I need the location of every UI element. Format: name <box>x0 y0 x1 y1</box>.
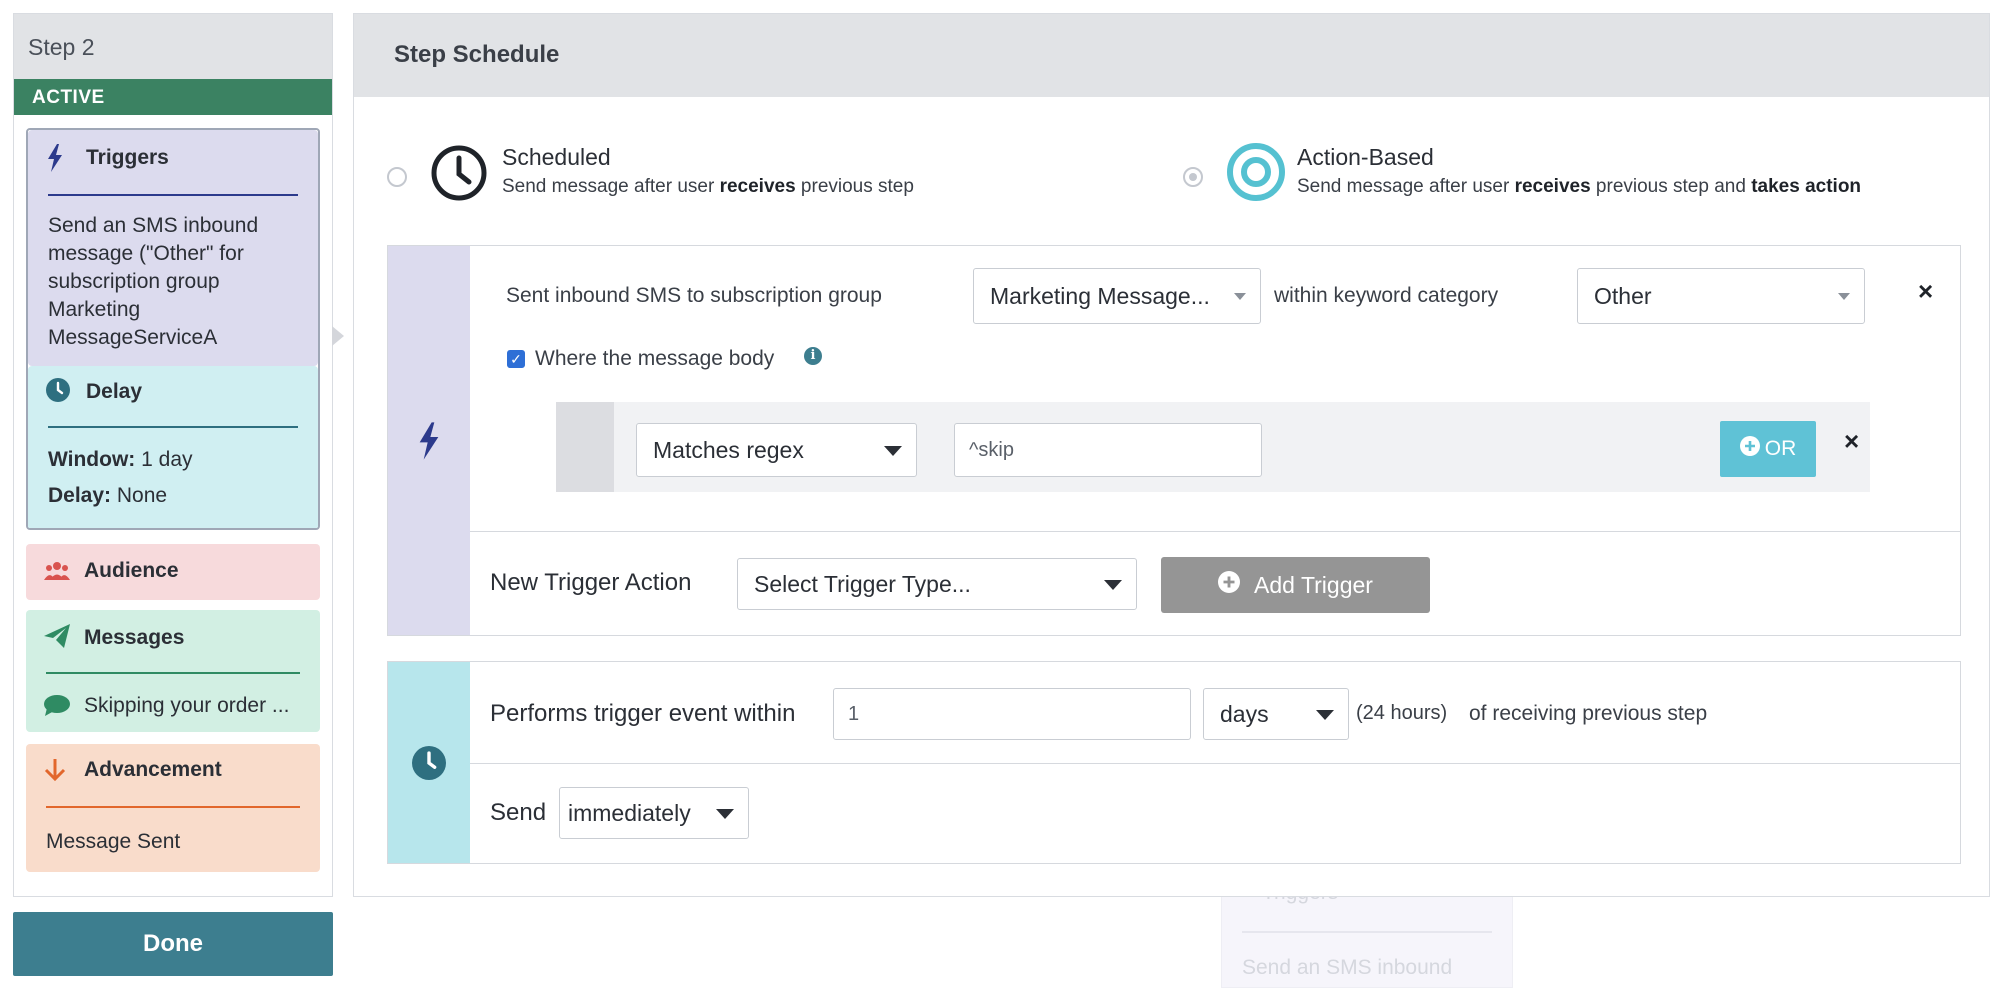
panel-title: Step Schedule <box>354 14 1989 97</box>
step-schedule-panel: Step Schedule Scheduled Send message aft… <box>353 13 1990 897</box>
chevron-down-icon <box>1234 293 1246 300</box>
subscription-group-value: Marketing Message... <box>990 282 1210 309</box>
delay-delay-label: Delay: <box>48 484 112 507</box>
regex-pattern-input[interactable] <box>954 423 1262 477</box>
selected-card-group: Triggers Send an SMS inbound message ("O… <box>26 128 320 530</box>
messages-card[interactable]: Messages Skipping your order ... <box>26 610 320 732</box>
lightning-icon <box>417 422 441 466</box>
action-based-radio[interactable] <box>1183 167 1203 187</box>
chat-bubble-icon <box>44 694 70 723</box>
delay-card[interactable]: Delay Window: 1 day Delay: None <box>28 366 318 528</box>
status-badge: ACTIVE <box>14 79 332 115</box>
message-body-label: Where the message body <box>535 347 775 370</box>
subscription-group-select[interactable]: Marketing Message... <box>973 268 1261 324</box>
paper-plane-icon <box>44 624 70 655</box>
add-trigger-label: Add Trigger <box>1254 571 1373 598</box>
delay-delay-value: None <box>116 484 168 507</box>
send-timing-value: immediately <box>568 799 691 826</box>
selected-pointer-arrow <box>332 326 344 346</box>
timing-strip <box>388 662 470 863</box>
arrow-down-icon <box>44 758 66 789</box>
body-filter-row: Matches regex OR × <box>556 402 1870 492</box>
window-unit-select[interactable]: days <box>1203 688 1349 740</box>
remove-trigger-close-icon[interactable]: × <box>1918 276 1933 307</box>
audience-label: Audience <box>84 559 179 582</box>
messages-divider <box>46 672 300 674</box>
advancement-label: Advancement <box>84 758 222 781</box>
regex-operator-select[interactable]: Matches regex <box>636 423 917 477</box>
delay-divider <box>48 426 298 428</box>
audience-card[interactable]: Audience <box>26 544 320 600</box>
trigger-window-input[interactable] <box>833 688 1191 740</box>
trigger-type-placeholder: Select Trigger Type... <box>754 570 971 597</box>
scheduled-label[interactable]: Scheduled <box>502 144 611 171</box>
add-trigger-button[interactable]: Add Trigger <box>1161 557 1430 613</box>
scheduled-description: Send message after user receives previou… <box>502 176 914 197</box>
target-icon <box>1226 142 1286 208</box>
delay-window-value: 1 day <box>141 448 193 471</box>
hours-hint: (24 hours) <box>1356 702 1448 724</box>
timing-divider <box>470 763 1960 764</box>
remove-filter-close-icon[interactable]: × <box>1844 426 1859 457</box>
new-trigger-label: New Trigger Action <box>490 569 692 596</box>
advancement-value: Message Sent <box>46 830 181 853</box>
lightning-icon <box>46 144 64 179</box>
background-card-text: Send an SMS inbound message ("Other" for <box>1242 956 1453 988</box>
advancement-card[interactable]: Advancement Message Sent <box>26 744 320 872</box>
keyword-category-select[interactable]: Other <box>1577 268 1865 324</box>
timing-box: Performs trigger event within days (24 h… <box>387 661 1961 864</box>
action-based-label[interactable]: Action-Based <box>1297 144 1434 171</box>
message-body-checkbox[interactable]: ✓ <box>507 350 525 368</box>
background-card-divider <box>1242 931 1492 933</box>
keyword-category-value: Other <box>1594 282 1652 309</box>
plus-circle-icon <box>1739 436 1760 462</box>
chevron-down-icon <box>1104 580 1122 590</box>
or-label: OR <box>1764 437 1797 460</box>
triggers-label: Triggers <box>86 146 169 169</box>
done-button[interactable]: Done <box>13 912 333 976</box>
trigger-divider <box>470 531 1960 532</box>
window-unit-value: days <box>1220 700 1269 727</box>
or-button[interactable]: OR <box>1720 421 1816 477</box>
delay-delay-row: Delay: None <box>48 482 304 510</box>
step-summary-panel: Step 2 ACTIVE Triggers Send an SMS inbou… <box>13 13 344 897</box>
trigger-strip <box>388 246 470 635</box>
advancement-divider <box>46 806 300 808</box>
triggers-card[interactable]: Triggers Send an SMS inbound message ("O… <box>28 130 318 366</box>
chevron-down-icon <box>1316 710 1334 720</box>
keyword-category-text: within keyword category <box>1274 284 1499 307</box>
triggers-description: Send an SMS inbound message ("Other" for… <box>48 214 259 349</box>
chevron-down-icon <box>1838 293 1850 300</box>
chevron-down-icon <box>884 446 902 456</box>
delay-label: Delay <box>86 380 143 403</box>
trigger-type-select[interactable]: Select Trigger Type... <box>737 558 1137 610</box>
scheduled-radio[interactable] <box>387 167 407 187</box>
send-timing-select[interactable]: immediately <box>559 787 749 839</box>
performs-label: Performs trigger event within <box>490 700 796 727</box>
clock-outline-icon <box>430 144 488 208</box>
chevron-down-icon <box>716 809 734 819</box>
info-icon[interactable]: i <box>804 347 822 365</box>
message-item: Skipping your order ... <box>84 694 290 717</box>
plus-circle-icon <box>1218 571 1241 599</box>
regex-operator-value: Matches regex <box>653 436 804 463</box>
clock-icon <box>412 746 446 786</box>
filter-row-handle <box>556 402 614 492</box>
timing-suffix: of receiving previous step <box>1469 702 1708 725</box>
action-based-description: Send message after user receives previou… <box>1297 176 1862 197</box>
users-icon <box>44 560 70 588</box>
send-label: Send <box>490 799 547 826</box>
messages-label: Messages <box>84 626 185 649</box>
trigger-rule-prefix: Sent inbound SMS to subscription group <box>506 284 882 307</box>
trigger-box: Sent inbound SMS to subscription group M… <box>387 245 1961 636</box>
clock-icon <box>46 378 70 409</box>
delay-window-row: Window: 1 day <box>48 446 304 474</box>
step-title: Step 2 <box>14 14 332 79</box>
triggers-divider <box>48 194 298 196</box>
delay-window-label: Window: <box>48 448 136 471</box>
